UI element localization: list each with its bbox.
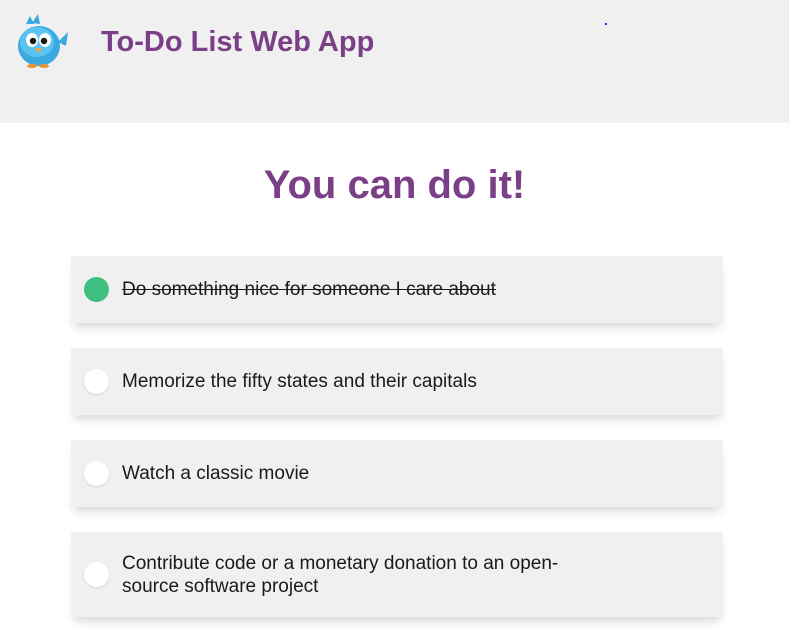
blue-bird-logo-icon bbox=[18, 14, 68, 68]
app-title: To-Do List Web App bbox=[101, 26, 375, 58]
todo-item[interactable]: Do something nice for someone I care abo… bbox=[71, 256, 723, 323]
todo-text: Memorize the fifty states and their capi… bbox=[122, 371, 477, 392]
app-header: To-Do List Web App bbox=[0, 0, 789, 123]
todo-text: Do something nice for someone I care abo… bbox=[122, 279, 496, 300]
page-heading: You can do it! bbox=[263, 163, 526, 207]
checkbox-unchecked-icon[interactable] bbox=[84, 461, 109, 486]
checkbox-unchecked-icon[interactable] bbox=[84, 562, 109, 587]
todo-text: Watch a classic movie bbox=[122, 463, 310, 484]
todo-item[interactable]: Contribute code or a monetary donation t… bbox=[71, 532, 723, 617]
checkbox-checked-icon[interactable] bbox=[84, 277, 109, 302]
todo-item[interactable]: Watch a classic movie bbox=[71, 440, 723, 507]
header-dot bbox=[605, 23, 607, 25]
todo-item[interactable]: Memorize the fifty states and their capi… bbox=[71, 348, 723, 415]
checkbox-unchecked-icon[interactable] bbox=[84, 369, 109, 394]
todo-list: Do something nice for someone I care abo… bbox=[71, 256, 723, 642]
todo-text: Contribute code or a monetary donation t… bbox=[122, 552, 559, 597]
